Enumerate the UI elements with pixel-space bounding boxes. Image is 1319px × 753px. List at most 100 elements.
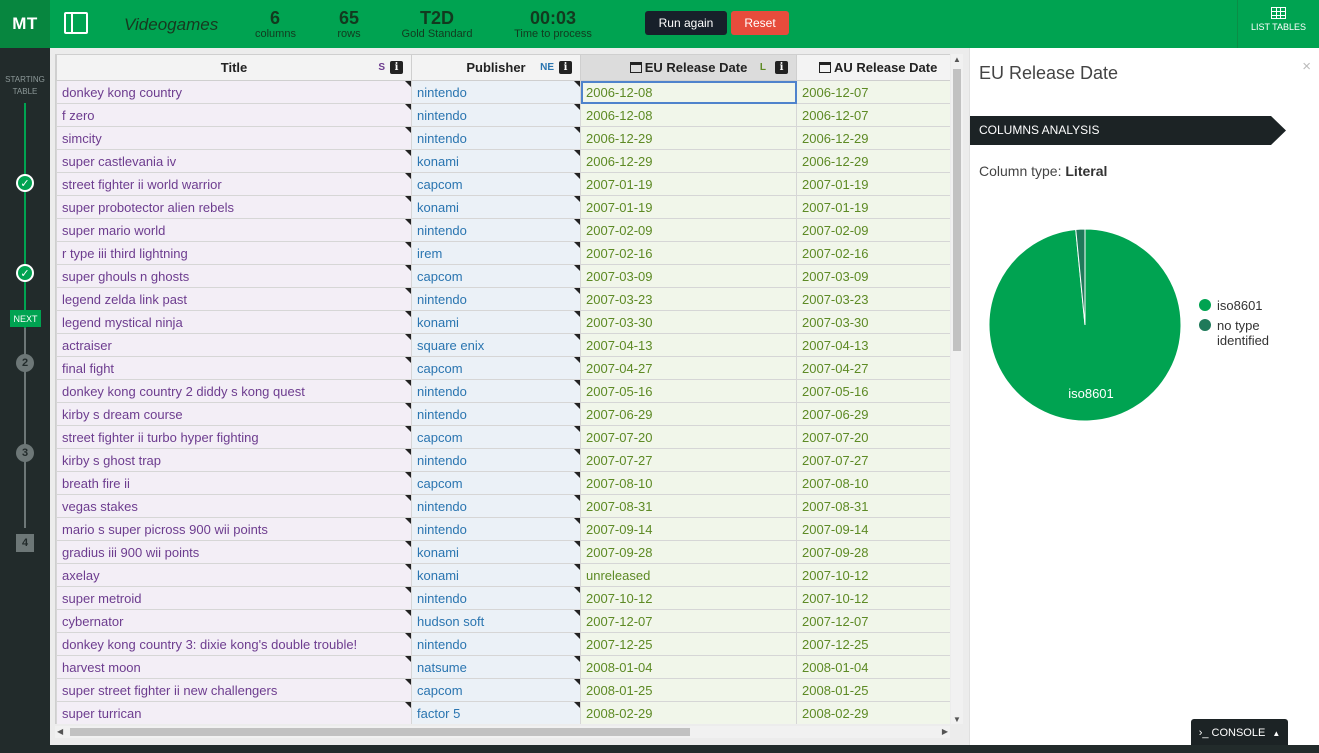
table-cell[interactable]: irem <box>411 241 581 265</box>
table-cell[interactable]: 2007-03-23 <box>580 287 797 311</box>
table-cell[interactable]: breath fire ii <box>56 471 412 495</box>
table-cell[interactable]: 2007-03-09 <box>580 264 797 288</box>
table-cell[interactable]: 2007-08-31 <box>796 494 950 518</box>
table-cell[interactable]: konami <box>411 540 581 564</box>
table-cell[interactable]: square enix <box>411 333 581 357</box>
table-cell[interactable]: 2007-07-27 <box>580 448 797 472</box>
step-4[interactable]: 4 <box>16 534 34 552</box>
table-cell[interactable]: capcom <box>411 471 581 495</box>
table-cell[interactable]: 2007-10-12 <box>580 586 797 610</box>
table-cell[interactable]: konami <box>411 149 581 173</box>
table-cell[interactable]: 2007-07-20 <box>580 425 797 449</box>
next-step-badge[interactable]: NEXT <box>10 310 41 327</box>
table-cell[interactable]: 2007-06-29 <box>580 402 797 426</box>
console-toggle-button[interactable]: ›_ CONSOLE ▲ <box>1191 719 1288 747</box>
table-cell[interactable]: capcom <box>411 678 581 702</box>
table-cell[interactable]: 2007-10-12 <box>796 586 950 610</box>
table-cell[interactable]: 2007-01-19 <box>580 195 797 219</box>
table-cell[interactable]: konami <box>411 563 581 587</box>
column-header-eu-release-date[interactable]: EU Release Date L i <box>580 54 797 81</box>
table-cell[interactable]: 2007-09-14 <box>796 517 950 541</box>
column-header-title[interactable]: Title S i <box>56 54 412 81</box>
table-cell[interactable]: 2008-01-25 <box>580 678 797 702</box>
table-cell[interactable]: natsume <box>411 655 581 679</box>
table-cell[interactable]: super probotector alien rebels <box>56 195 412 219</box>
table-cell[interactable]: mario s super picross 900 wii points <box>56 517 412 541</box>
table-cell[interactable]: r type iii third lightning <box>56 241 412 265</box>
table-cell[interactable]: vegas stakes <box>56 494 412 518</box>
table-cell[interactable]: super ghouls n ghosts <box>56 264 412 288</box>
table-cell[interactable]: nintendo <box>411 402 581 426</box>
horizontal-scrollbar[interactable]: ◀ ▶ <box>55 726 950 738</box>
table-cell[interactable]: 2008-02-29 <box>580 701 797 724</box>
table-cell[interactable]: nintendo <box>411 448 581 472</box>
column-header-au-release-date[interactable]: AU Release Date <box>796 54 950 81</box>
table-cell[interactable]: 2007-07-27 <box>796 448 950 472</box>
info-icon[interactable]: i <box>559 61 572 74</box>
table-cell[interactable]: donkey kong country 3: dixie kong's doub… <box>56 632 412 656</box>
table-cell[interactable]: super street fighter ii new challengers <box>56 678 412 702</box>
legend-item[interactable]: no type identified <box>1199 318 1277 348</box>
table-cell[interactable]: 2007-09-14 <box>580 517 797 541</box>
step-3[interactable]: 3 <box>16 444 34 462</box>
table-cell[interactable]: nintendo <box>411 218 581 242</box>
table-cell[interactable]: gradius iii 900 wii points <box>56 540 412 564</box>
table-cell[interactable]: 2007-01-19 <box>796 172 950 196</box>
step-current-check-icon[interactable]: ✓ <box>16 264 34 282</box>
table-cell[interactable]: 2007-03-30 <box>796 310 950 334</box>
scroll-left-arrow-icon[interactable]: ◀ <box>57 727 63 736</box>
table-cell[interactable]: donkey kong country <box>56 80 412 104</box>
table-cell[interactable]: nintendo <box>411 494 581 518</box>
table-cell[interactable]: factor 5 <box>411 701 581 724</box>
table-cell[interactable]: nintendo <box>411 586 581 610</box>
table-cell[interactable]: nintendo <box>411 379 581 403</box>
table-cell[interactable]: nintendo <box>411 80 581 104</box>
table-cell[interactable]: 2006-12-29 <box>796 126 950 150</box>
table-cell[interactable]: super turrican <box>56 701 412 724</box>
table-cell[interactable]: kirby s ghost trap <box>56 448 412 472</box>
table-cell[interactable]: konami <box>411 310 581 334</box>
table-cell[interactable]: actraiser <box>56 333 412 357</box>
table-cell[interactable]: 2007-08-10 <box>580 471 797 495</box>
table-cell[interactable]: 2008-01-25 <box>796 678 950 702</box>
list-tables-button[interactable]: LIST TABLES <box>1237 0 1319 48</box>
table-cell[interactable]: 2007-02-16 <box>580 241 797 265</box>
table-cell[interactable]: 2007-03-30 <box>580 310 797 334</box>
table-cell[interactable]: 2007-12-25 <box>580 632 797 656</box>
table-cell[interactable]: capcom <box>411 356 581 380</box>
table-cell[interactable]: 2007-09-28 <box>796 540 950 564</box>
info-icon[interactable]: i <box>775 61 788 74</box>
table-cell[interactable]: 2007-04-27 <box>796 356 950 380</box>
table-cell[interactable]: 2007-07-20 <box>796 425 950 449</box>
table-cell[interactable]: 2007-12-25 <box>796 632 950 656</box>
table-cell[interactable]: hudson soft <box>411 609 581 633</box>
table-cell[interactable]: 2007-04-27 <box>580 356 797 380</box>
step-done-check-icon[interactable]: ✓ <box>16 174 34 192</box>
info-icon[interactable]: i <box>390 61 403 74</box>
table-cell[interactable]: nintendo <box>411 517 581 541</box>
horizontal-scroll-thumb[interactable] <box>70 728 690 736</box>
table-cell[interactable]: 2007-01-19 <box>796 195 950 219</box>
table-cell[interactable]: 2006-12-29 <box>796 149 950 173</box>
table-cell[interactable]: street fighter ii turbo hyper fighting <box>56 425 412 449</box>
table-cell[interactable]: 2007-02-09 <box>580 218 797 242</box>
table-cell[interactable]: harvest moon <box>56 655 412 679</box>
run-again-button[interactable]: Run again <box>645 11 727 35</box>
reset-button[interactable]: Reset <box>731 11 789 35</box>
app-logo[interactable]: MT <box>0 0 50 48</box>
table-cell[interactable]: donkey kong country 2 diddy s kong quest <box>56 379 412 403</box>
table-cell[interactable]: 2007-12-07 <box>580 609 797 633</box>
table-cell[interactable]: super castlevania iv <box>56 149 412 173</box>
table-cell[interactable]: kirby s dream course <box>56 402 412 426</box>
scroll-right-arrow-icon[interactable]: ▶ <box>942 727 948 736</box>
table-cell[interactable]: nintendo <box>411 103 581 127</box>
table-cell[interactable]: nintendo <box>411 126 581 150</box>
table-cell[interactable]: legend mystical ninja <box>56 310 412 334</box>
scroll-down-arrow-icon[interactable]: ▼ <box>953 715 961 724</box>
table-cell[interactable]: 2007-04-13 <box>796 333 950 357</box>
table-cell[interactable]: capcom <box>411 425 581 449</box>
legend-item[interactable]: iso8601 <box>1199 298 1277 313</box>
table-cell[interactable]: 2007-10-12 <box>796 563 950 587</box>
table-cell[interactable]: cybernator <box>56 609 412 633</box>
table-cell[interactable]: 2006-12-08 <box>580 103 797 127</box>
